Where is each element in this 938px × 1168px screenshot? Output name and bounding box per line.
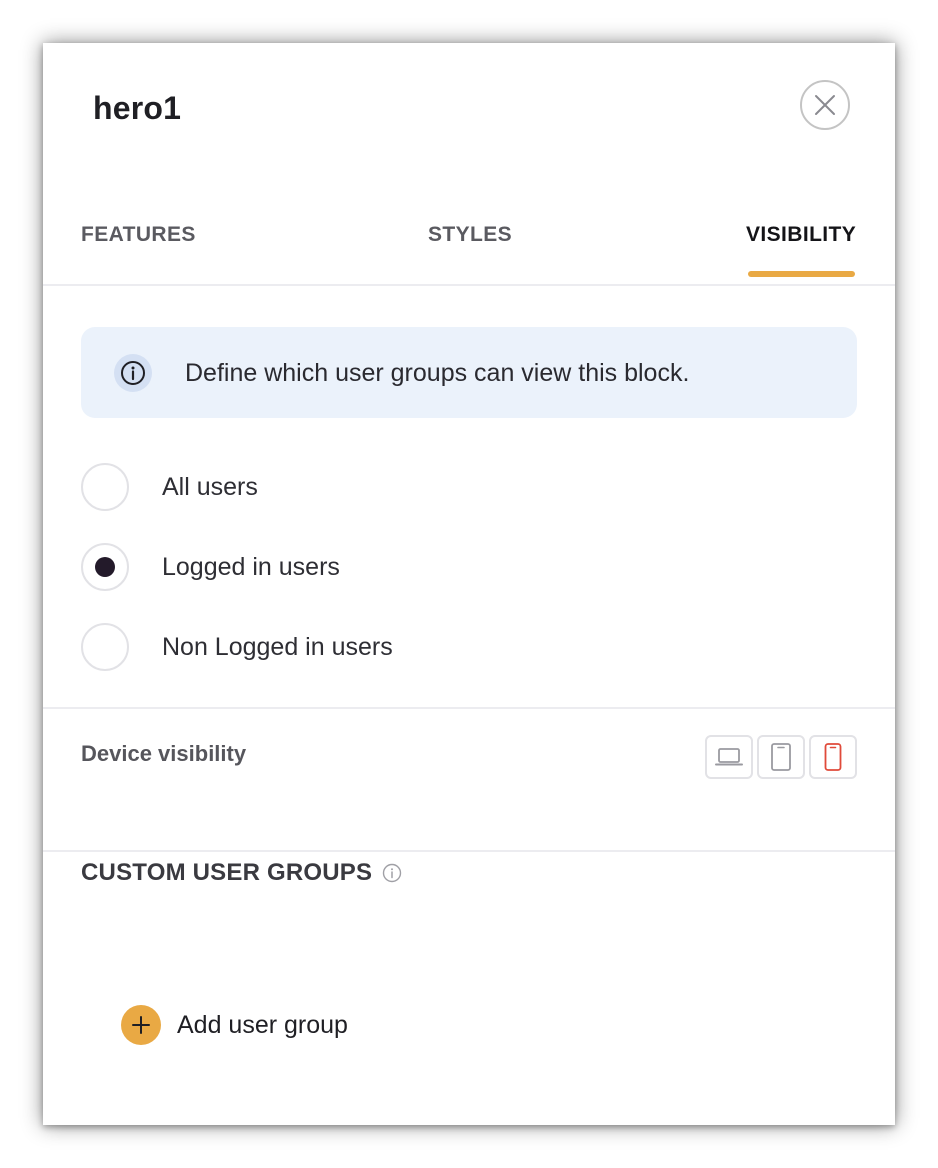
device-toggle-tablet[interactable]: [757, 735, 805, 779]
device-visibility-label: Device visibility: [81, 741, 247, 766]
visibility-panel: hero1 FEATURES STYLES VISIBILITY Define …: [43, 43, 895, 1125]
tab-features[interactable]: FEATURES: [81, 223, 196, 247]
plus-icon: [121, 1005, 161, 1045]
device-toggle-mobile[interactable]: [809, 735, 857, 779]
tablet-icon: [771, 743, 791, 771]
laptop-icon: [715, 748, 743, 766]
radio-non-logged-in-users[interactable]: Non Logged in users: [81, 623, 393, 671]
add-user-group-button[interactable]: Add user group: [121, 1005, 348, 1045]
radio-label: Non Logged in users: [162, 632, 393, 661]
section-divider: [43, 707, 895, 709]
radio-label: Logged in users: [162, 552, 340, 581]
close-button[interactable]: [800, 80, 850, 130]
radio-logged-in-users[interactable]: Logged in users: [81, 543, 340, 591]
mobile-icon: [824, 743, 842, 771]
radio-selected-dot: [95, 557, 115, 577]
radio-label: All users: [162, 472, 258, 501]
info-banner: Define which user groups can view this b…: [81, 327, 857, 418]
close-icon: [815, 95, 835, 115]
tab-styles[interactable]: STYLES: [428, 223, 512, 247]
radio-all-users[interactable]: All users: [81, 463, 258, 511]
info-text: Define which user groups can view this b…: [185, 359, 690, 387]
info-icon: [114, 354, 152, 392]
tab-visibility[interactable]: VISIBILITY: [746, 223, 856, 247]
info-icon[interactable]: [382, 863, 402, 883]
active-tab-indicator: [748, 271, 855, 277]
radio-button[interactable]: [81, 623, 129, 671]
section-divider: [43, 850, 895, 852]
add-user-group-label: Add user group: [177, 1010, 348, 1039]
radio-button[interactable]: [81, 463, 129, 511]
tab-bar: FEATURES STYLES VISIBILITY: [43, 223, 895, 286]
radio-button[interactable]: [81, 543, 129, 591]
custom-user-groups-heading: CUSTOM USER GROUPS: [81, 859, 402, 887]
panel-title: hero1: [93, 90, 182, 126]
device-toggle-laptop[interactable]: [705, 735, 753, 779]
custom-user-groups-title: CUSTOM USER GROUPS: [81, 859, 373, 886]
